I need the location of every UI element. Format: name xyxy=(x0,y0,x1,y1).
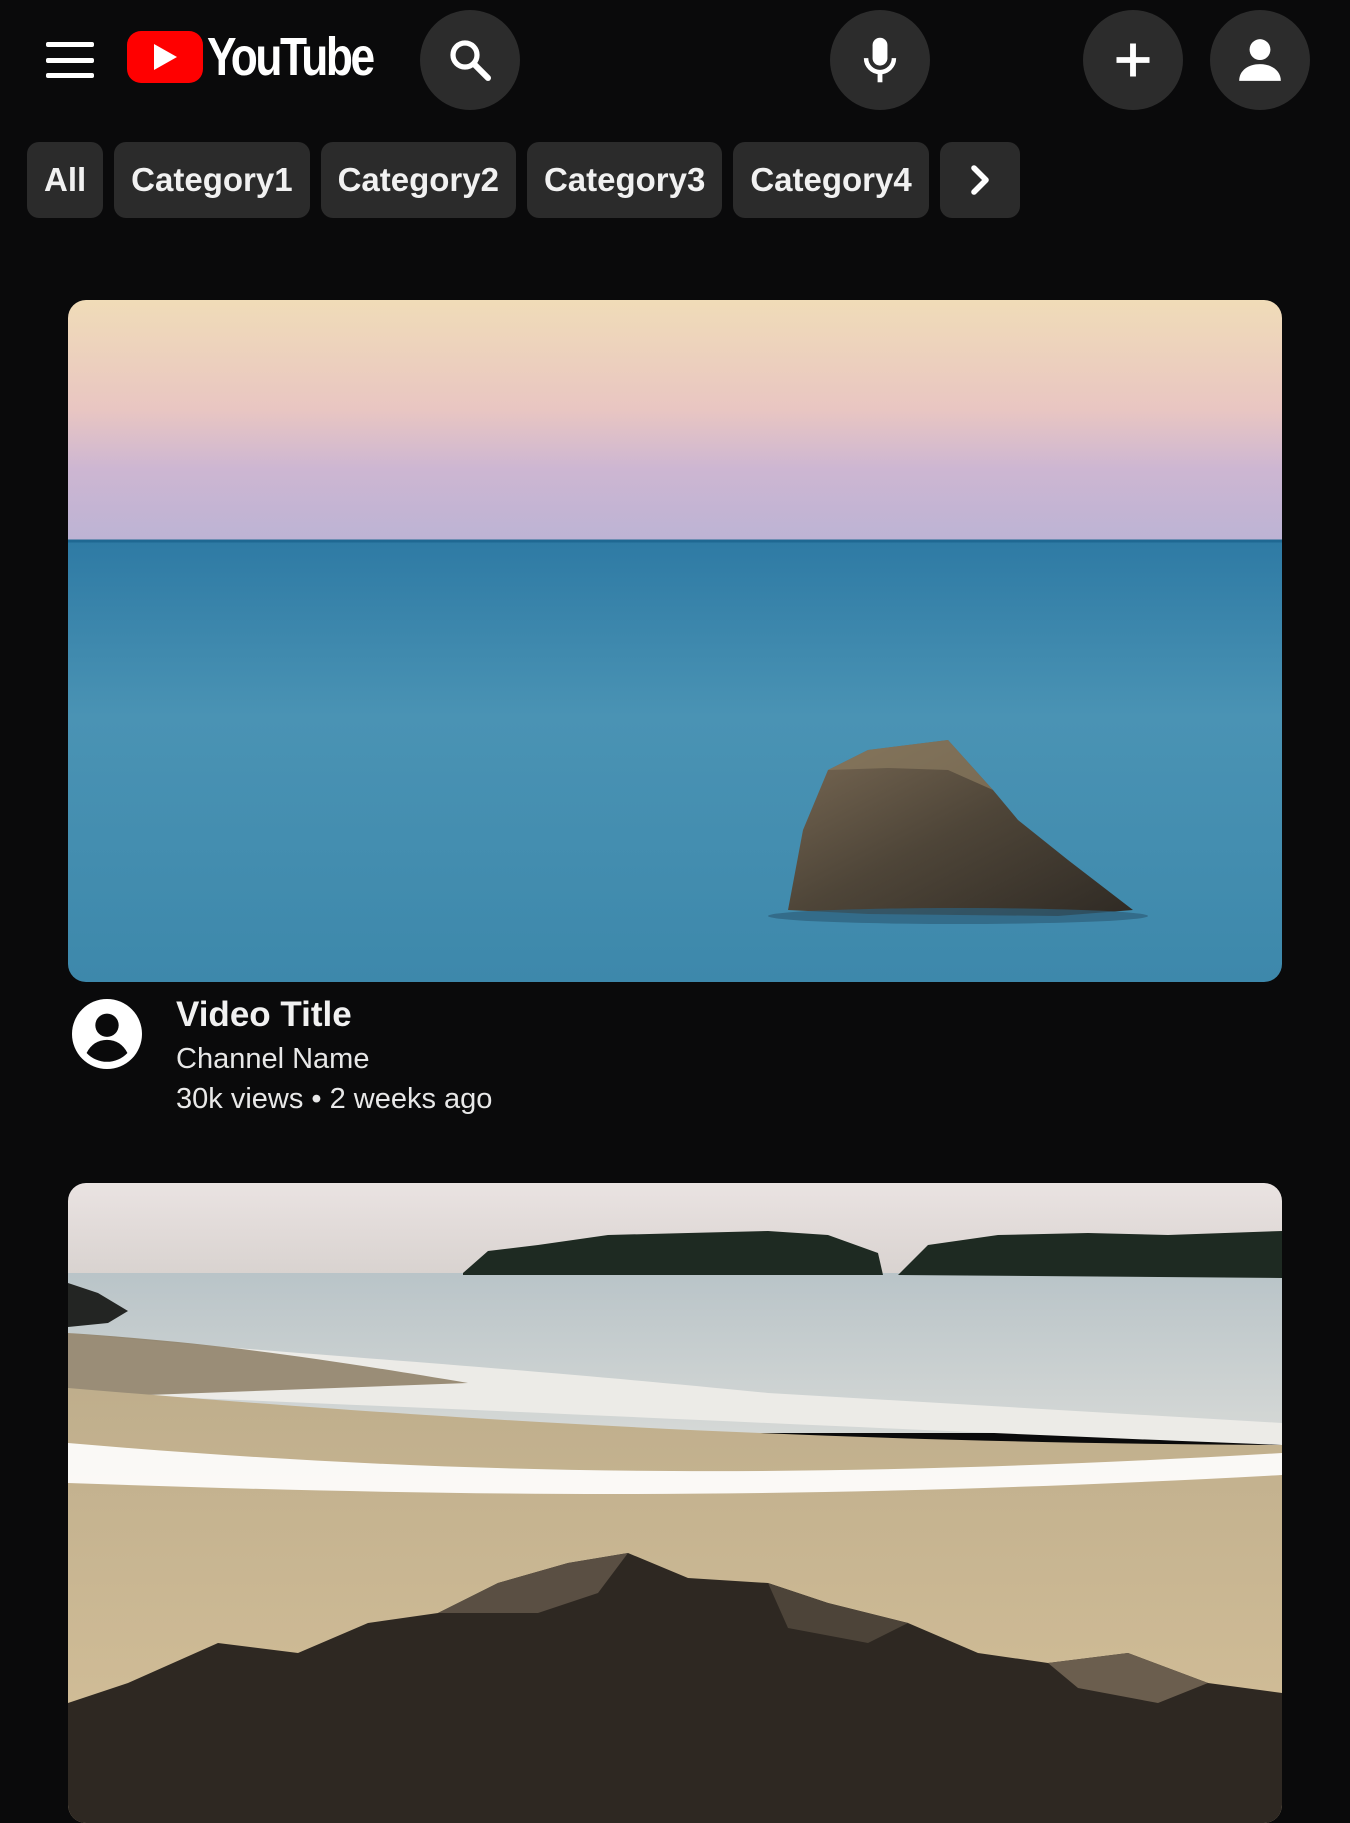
video-thumbnail[interactable] xyxy=(68,300,1282,982)
video-thumbnail[interactable] xyxy=(68,1183,1282,1823)
chip-category2[interactable]: Category2 xyxy=(320,142,516,218)
top-bar: YouTube xyxy=(0,0,1350,120)
category-chip-bar: All Category1 Category2 Category3 Catego… xyxy=(27,142,1020,218)
logo-text: YouTube xyxy=(207,27,375,87)
menu-icon-bar xyxy=(46,42,94,47)
plus-icon xyxy=(1116,43,1150,77)
menu-button[interactable] xyxy=(40,36,100,84)
search-button[interactable] xyxy=(420,10,520,110)
video-stats: 30k views • 2 weeks ago xyxy=(176,1083,492,1116)
account-button[interactable] xyxy=(1210,10,1310,110)
channel-avatar-icon[interactable] xyxy=(72,999,142,1069)
thumbnail-beach-rocks xyxy=(68,1183,1282,1823)
search-icon xyxy=(450,40,491,81)
thumbnail-seascape-rock xyxy=(68,300,1282,982)
chevron-right-icon xyxy=(970,165,989,195)
youtube-play-icon xyxy=(127,31,203,83)
chip-all[interactable]: All xyxy=(27,142,104,218)
video-title[interactable]: Video Title xyxy=(176,995,352,1035)
menu-icon-bar xyxy=(46,57,94,63)
microphone-icon xyxy=(863,37,897,83)
menu-icon-bar xyxy=(46,73,94,78)
chip-category1[interactable]: Category1 xyxy=(114,142,310,218)
channel-name[interactable]: Channel Name xyxy=(176,1043,369,1076)
create-button[interactable] xyxy=(1083,10,1183,110)
chip-category4[interactable]: Category4 xyxy=(733,142,929,218)
chip-category3[interactable]: Category3 xyxy=(526,142,723,218)
view-count: 30k views xyxy=(176,1083,304,1115)
upload-age: 2 weeks ago xyxy=(329,1083,493,1115)
youtube-logo[interactable]: YouTube xyxy=(127,30,409,84)
chips-next-button[interactable] xyxy=(939,142,1020,218)
account-icon xyxy=(1239,39,1281,81)
stats-separator: • xyxy=(311,1083,322,1115)
video-meta: Video Title Channel Name 30k views • 2 w… xyxy=(72,995,1272,1115)
voice-search-button[interactable] xyxy=(830,10,930,110)
